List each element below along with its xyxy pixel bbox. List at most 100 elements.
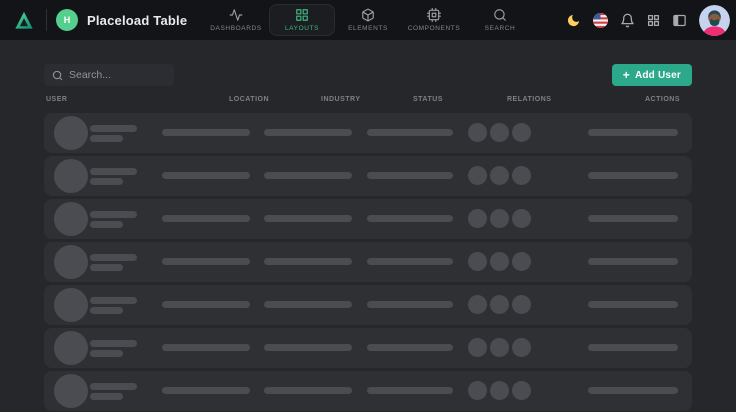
theme-toggle-moon-icon[interactable]: [566, 13, 581, 28]
user-avatar-placeholder: [54, 245, 88, 279]
plus-icon: +: [623, 69, 630, 81]
user-avatar[interactable]: [699, 5, 730, 36]
column-header-industry: INDUSTRY: [321, 96, 361, 103]
search-icon: [52, 70, 63, 81]
relation-avatar-placeholder: [468, 338, 487, 357]
actions-placeholder: [588, 258, 678, 265]
relation-avatar-placeholder: [490, 381, 509, 400]
nav-item-elements[interactable]: ELEMENTS: [335, 4, 401, 36]
user-name-placeholder: [90, 297, 137, 304]
add-user-button[interactable]: + Add User: [612, 64, 692, 86]
nav-item-layouts[interactable]: LAYOUTS: [269, 4, 335, 36]
apps-grid-icon[interactable]: [647, 14, 660, 27]
user-avatar-placeholder: [54, 331, 88, 365]
status-placeholder: [367, 344, 453, 351]
industry-placeholder: [264, 344, 352, 351]
relation-avatar-placeholder: [512, 295, 531, 314]
status-placeholder: [367, 301, 453, 308]
user-name-placeholder: [90, 254, 137, 261]
main-content: + Add User USER LOCATION INDUSTRY STATUS…: [0, 40, 736, 411]
industry-placeholder: [264, 387, 352, 394]
relation-avatar-placeholder: [468, 295, 487, 314]
relation-avatar-placeholder: [468, 209, 487, 228]
relation-avatar-placeholder: [468, 123, 487, 142]
status-placeholder: [367, 215, 453, 222]
user-subtitle-placeholder: [90, 307, 123, 314]
project-avatar: H: [56, 9, 78, 31]
triangle-logo-icon[interactable]: [13, 9, 35, 32]
user-avatar-placeholder: [54, 116, 88, 150]
search-icon: [493, 8, 507, 22]
actions-placeholder: [588, 215, 678, 222]
user-subtitle-placeholder: [90, 393, 123, 400]
table-row-skeleton: [44, 156, 692, 196]
relation-avatar-placeholder: [490, 252, 509, 271]
relation-avatar-placeholder: [490, 209, 509, 228]
nav-item-label: COMPONENTS: [408, 25, 461, 32]
toolbar: + Add User: [44, 64, 692, 86]
relation-avatar-placeholder: [512, 381, 531, 400]
relation-avatar-placeholder: [490, 123, 509, 142]
relation-avatar-placeholder: [468, 166, 487, 185]
actions-placeholder: [588, 172, 678, 179]
location-placeholder: [162, 215, 250, 222]
industry-placeholder: [264, 301, 352, 308]
table-row-skeleton: [44, 242, 692, 282]
nav-item-label: ELEMENTS: [348, 25, 388, 32]
relation-avatar-placeholder: [490, 295, 509, 314]
column-header-location: LOCATION: [229, 96, 269, 103]
user-subtitle-placeholder: [90, 135, 123, 142]
relation-avatar-placeholder: [512, 209, 531, 228]
industry-placeholder: [264, 258, 352, 265]
column-header-actions: ACTIONS: [645, 96, 680, 103]
grid-icon: [295, 8, 309, 22]
user-name-placeholder: [90, 125, 137, 132]
user-name-placeholder: [90, 383, 137, 390]
table-row-skeleton: [44, 199, 692, 239]
nav-item-search[interactable]: SEARCH: [467, 4, 533, 36]
table-row-skeleton: [44, 328, 692, 368]
top-navbar: H Placeload Table DASHBOARDS LAYOUTS ELE…: [0, 0, 736, 40]
location-placeholder: [162, 301, 250, 308]
sidebar-toggle-icon[interactable]: [672, 13, 687, 28]
activity-icon: [229, 8, 243, 22]
navbar-right: [566, 5, 730, 36]
location-placeholder: [162, 344, 250, 351]
relation-avatar-placeholder: [490, 166, 509, 185]
relation-avatar-placeholder: [512, 252, 531, 271]
nav-item-dashboards[interactable]: DASHBOARDS: [203, 4, 269, 36]
brand: H Placeload Table: [13, 9, 187, 32]
status-placeholder: [367, 172, 453, 179]
relation-avatar-placeholder: [512, 123, 531, 142]
user-subtitle-placeholder: [90, 264, 123, 271]
industry-placeholder: [264, 215, 352, 222]
industry-placeholder: [264, 172, 352, 179]
brand-divider: [46, 9, 47, 31]
search-input[interactable]: [69, 69, 166, 81]
actions-placeholder: [588, 387, 678, 394]
nav-item-components[interactable]: COMPONENTS: [401, 4, 467, 36]
location-placeholder: [162, 387, 250, 394]
column-header-status: STATUS: [413, 96, 443, 103]
location-placeholder: [162, 129, 250, 136]
actions-placeholder: [588, 344, 678, 351]
us-flag-icon[interactable]: [593, 13, 608, 28]
relation-avatar-placeholder: [490, 338, 509, 357]
table-row-skeleton: [44, 285, 692, 325]
user-avatar-placeholder: [54, 159, 88, 193]
column-header-user: USER: [46, 96, 67, 103]
status-placeholder: [367, 258, 453, 265]
user-avatar-placeholder: [54, 288, 88, 322]
status-placeholder: [367, 129, 453, 136]
column-header-relations: RELATIONS: [507, 96, 551, 103]
search-box[interactable]: [44, 64, 174, 86]
add-user-label: Add User: [635, 70, 681, 81]
user-subtitle-placeholder: [90, 178, 123, 185]
status-placeholder: [367, 387, 453, 394]
location-placeholder: [162, 172, 250, 179]
main-nav: DASHBOARDS LAYOUTS ELEMENTS COMPONENTS S…: [203, 0, 533, 40]
nav-item-label: SEARCH: [485, 25, 516, 32]
nav-item-label: LAYOUTS: [285, 25, 319, 32]
user-avatar-placeholder: [54, 374, 88, 408]
notifications-bell-icon[interactable]: [620, 13, 635, 28]
